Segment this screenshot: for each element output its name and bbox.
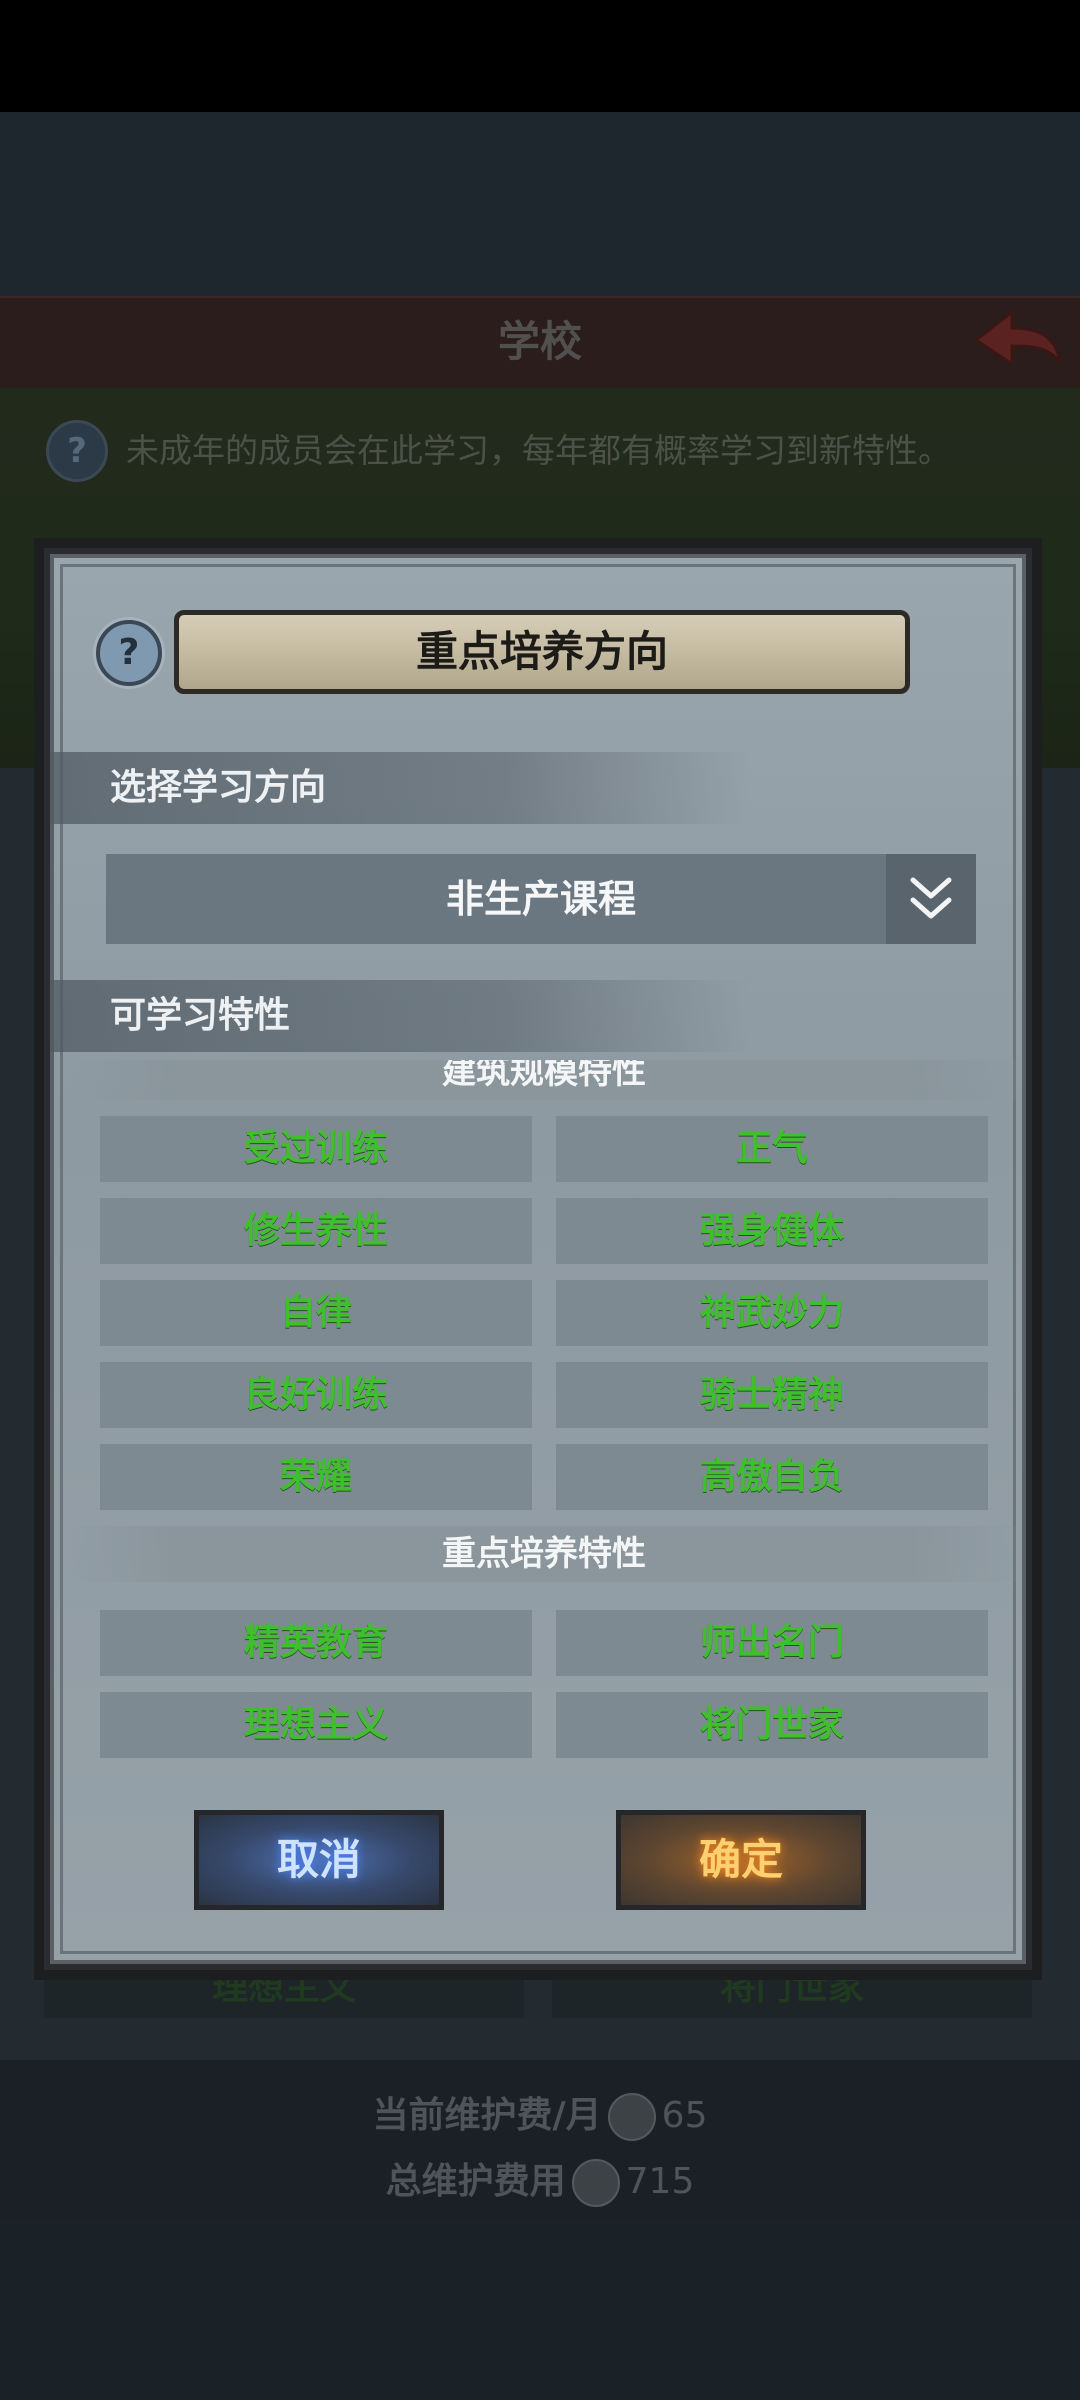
training-direction-dialog: ? 重点培养方向 选择学习方向 非生产课程 可学习特性 建筑规模特性 受过训练 … (44, 548, 1032, 1970)
traits-section-label: 可学习特性 (50, 980, 750, 1052)
back-arrow-icon[interactable] (972, 306, 1064, 370)
confirm-button[interactable]: 确定 (616, 1810, 866, 1910)
cancel-button[interactable]: 取消 (194, 1810, 444, 1910)
direction-dropdown[interactable]: 非生产课程 (106, 854, 976, 944)
trait-item[interactable]: 强身健体 (556, 1198, 988, 1264)
category-header: 重点培养特性 (64, 1526, 1024, 1582)
monthly-fee-value: 65 (661, 2095, 708, 2136)
trait-item[interactable]: 理想主义 (100, 1692, 532, 1758)
trait-item[interactable]: 修生养性 (100, 1198, 532, 1264)
total-fee-value: 715 (625, 2161, 695, 2202)
trait-item[interactable]: 神武妙力 (556, 1280, 988, 1346)
trait-item[interactable]: 师出名门 (556, 1610, 988, 1676)
trait-item[interactable]: 良好训练 (100, 1362, 532, 1428)
monthly-fee-label: 当前维护费/月 (372, 2095, 602, 2136)
category-header: 建筑规模特性 (64, 1060, 1024, 1100)
bottom-area (0, 2220, 1080, 2400)
trait-item[interactable]: 将门世家 (556, 1692, 988, 1758)
double-chevron-down-icon (910, 877, 952, 919)
total-fee: 总维护费用 715 (0, 2152, 1080, 2207)
dialog-title: 重点培养方向 (174, 610, 910, 694)
trait-item[interactable]: 荣耀 (100, 1444, 532, 1510)
monthly-fee: 当前维护费/月 65 (0, 2086, 1080, 2141)
trait-item[interactable]: 精英教育 (100, 1610, 532, 1676)
direction-section-label: 选择学习方向 (50, 752, 750, 824)
trait-item[interactable]: 高傲自负 (556, 1444, 988, 1510)
trait-item[interactable]: 正气 (556, 1116, 988, 1182)
total-fee-label: 总维护费用 (385, 2161, 566, 2202)
trait-item[interactable]: 自律 (100, 1280, 532, 1346)
coin-icon (571, 2159, 620, 2207)
trait-list[interactable]: 建筑规模特性 受过训练 正气 修生养性 强身健体 自律 神武妙力 良好训练 骑士… (64, 1060, 1024, 1760)
trait-item[interactable]: 受过训练 (100, 1116, 532, 1182)
dropdown-toggle-button[interactable] (886, 854, 976, 944)
trait-item[interactable]: 骑士精神 (556, 1362, 988, 1428)
dropdown-selected-value: 非生产课程 (445, 877, 636, 921)
info-icon[interactable]: ? (46, 420, 108, 482)
help-icon[interactable]: ? (96, 620, 162, 686)
page-title: 学校 (497, 317, 582, 366)
coin-icon (607, 2093, 656, 2141)
info-text: 未成年的成员会在此学习，每年都有概率学习到新特性。 (126, 431, 951, 470)
